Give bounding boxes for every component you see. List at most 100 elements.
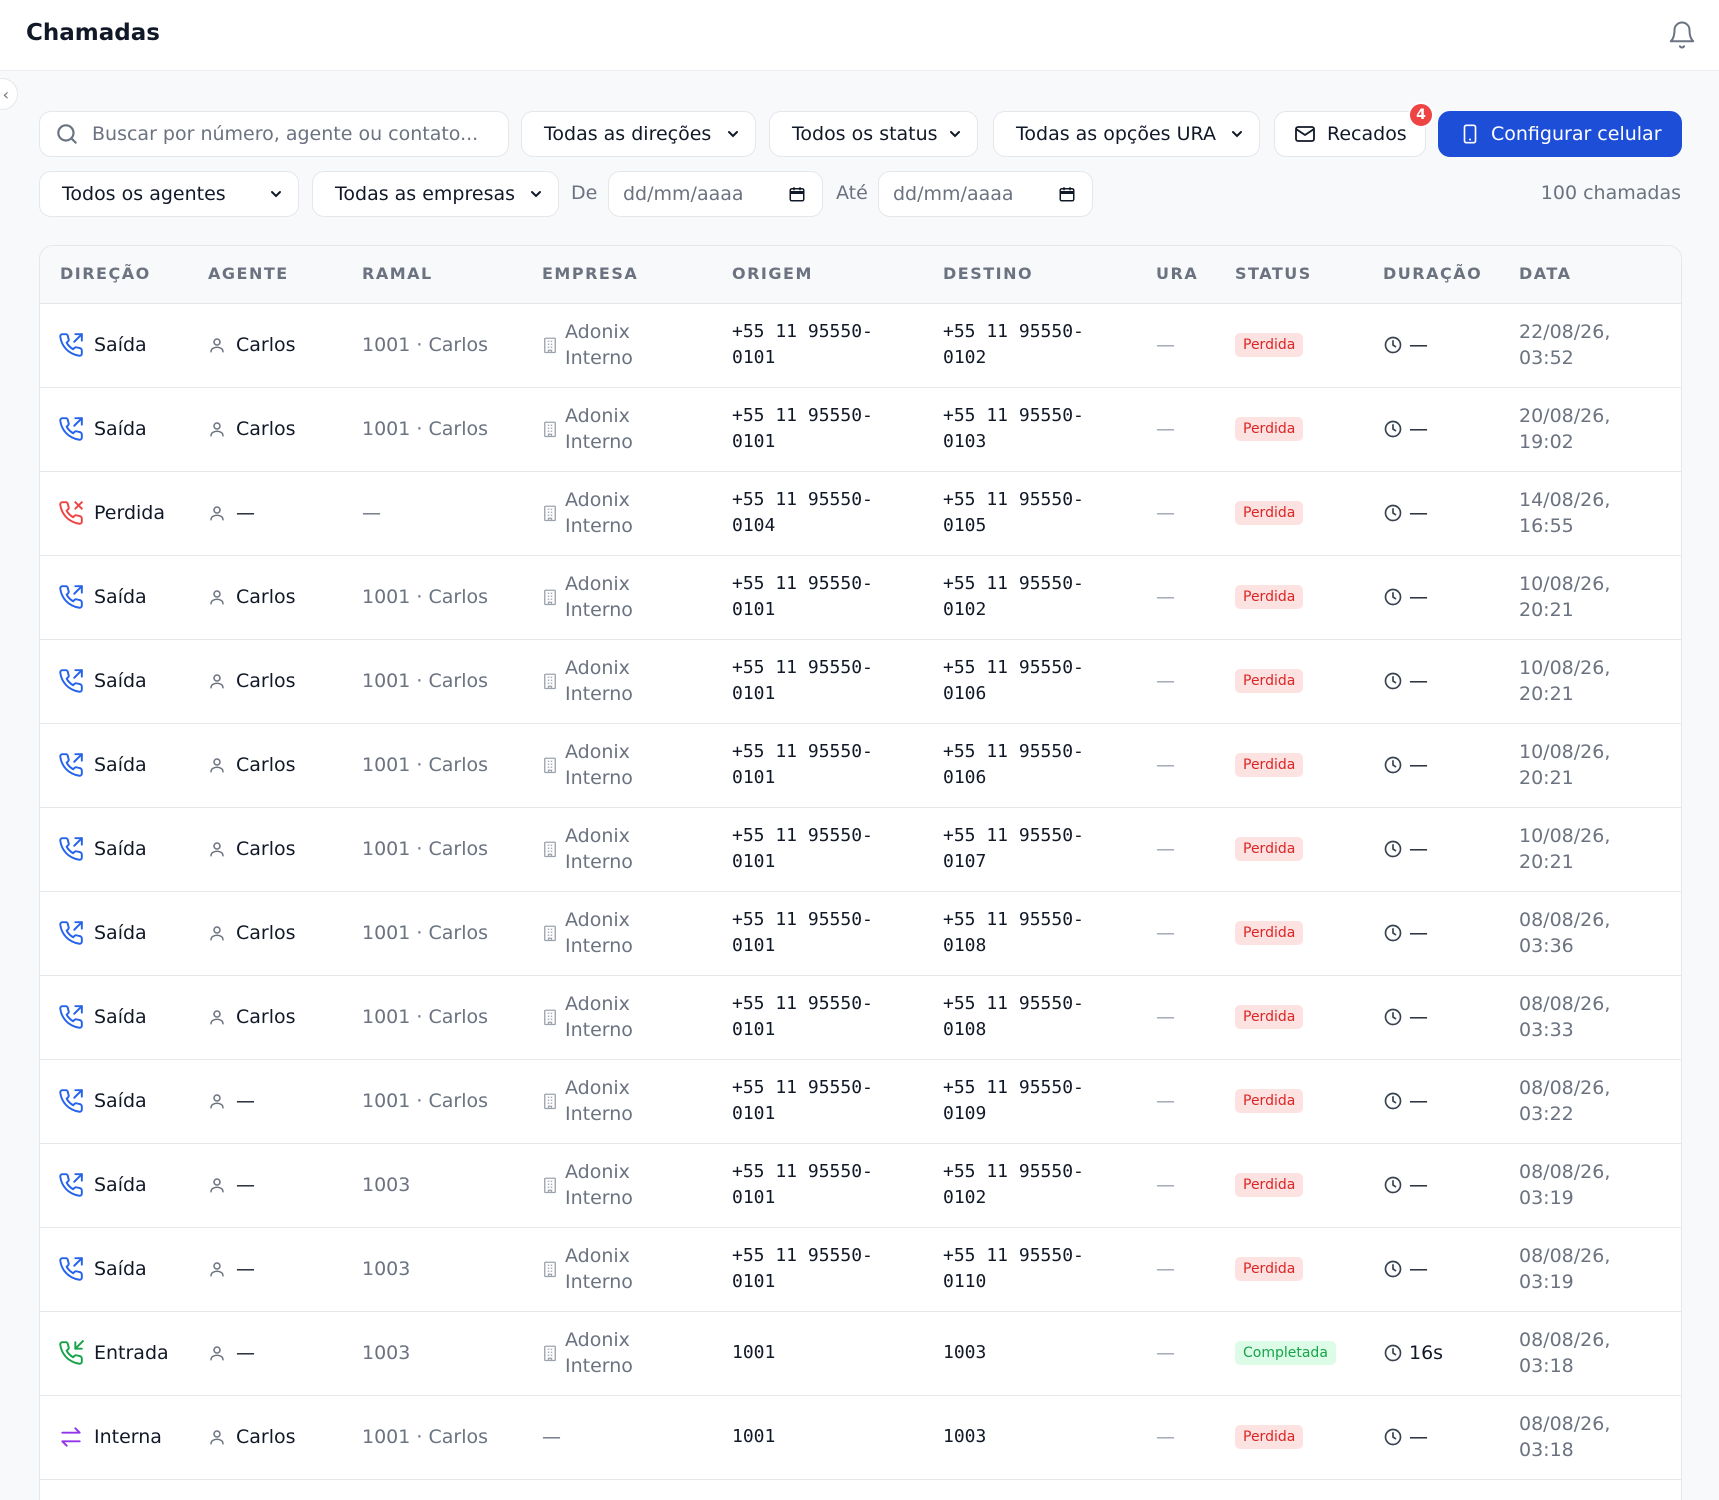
- ura-cell: —: [1156, 1426, 1175, 1448]
- table-row[interactable]: Saída Carlos 1001 · Carlos Adonix Interno +5…: [40, 724, 1681, 808]
- header-company[interactable]: EMPRESA: [542, 264, 638, 283]
- user-icon: [210, 674, 224, 689]
- calls-table: DIREÇÃO AGENTE RAMAL EMPRESA ORIGEM DEST…: [39, 245, 1682, 1500]
- ura-cell: —: [1156, 1342, 1175, 1364]
- duration-cell: —: [1383, 1256, 1428, 1282]
- direction-label: Saída: [94, 754, 147, 776]
- ura-cell: —: [1156, 1090, 1175, 1112]
- header-agent[interactable]: AGENTE: [208, 264, 289, 283]
- header-ramal[interactable]: RAMAL: [362, 264, 433, 283]
- table-row[interactable]: Saída Carlos 1001 · Carlos Adonix Interno +5…: [40, 640, 1681, 724]
- destination-cell: +55 11 95550-0103: [943, 405, 1084, 452]
- table-row[interactable]: Saída — 1001 · Carlos Adonix Interno +55 11 …: [40, 1060, 1681, 1144]
- duration-value: —: [1409, 1174, 1428, 1196]
- user-icon: [210, 926, 224, 941]
- status-badge: Perdida: [1235, 501, 1304, 525]
- direction-cell: Saída: [58, 1088, 147, 1114]
- table-row[interactable]: Saída Carlos 1001 · Carlos Adonix Interno +5…: [40, 976, 1681, 1060]
- duration-value: —: [1409, 754, 1428, 776]
- date-cell: 10/08/26, 20:21: [1519, 825, 1611, 873]
- table-row[interactable]: Saída Carlos 1001 · Carlos Adonix Interno +5…: [40, 808, 1681, 892]
- agent-cell: Carlos: [208, 920, 296, 946]
- origin-cell: +55 11 95550-0101: [732, 657, 873, 704]
- agent-name: —: [236, 1342, 255, 1364]
- table-row[interactable]: Saída Carlos 1001 · Carlos Adonix Interno +5…: [40, 892, 1681, 976]
- companies-select[interactable]: Todas as empresas: [312, 171, 559, 217]
- direction-label: Saída: [94, 838, 147, 860]
- agent-cell: Carlos: [208, 668, 296, 694]
- search-box[interactable]: [39, 111, 509, 157]
- agent-cell: Carlos: [208, 752, 296, 778]
- direction-select[interactable]: Todas as direções: [521, 111, 756, 157]
- header-date[interactable]: DATA: [1519, 264, 1571, 283]
- company-name: Adonix Interno: [565, 825, 633, 873]
- building-icon: [544, 589, 556, 606]
- date-cell: 08/08/26, 03:22: [1519, 1077, 1611, 1125]
- user-icon: [210, 1094, 224, 1109]
- company-name: Adonix Interno: [565, 321, 633, 369]
- configure-phone-label: Configurar celular: [1491, 123, 1662, 145]
- company-name: Adonix Interno: [565, 1161, 633, 1209]
- clock-icon: [1384, 756, 1402, 774]
- company-name: Adonix Interno: [565, 489, 633, 537]
- header-status[interactable]: STATUS: [1235, 264, 1312, 283]
- recados-button[interactable]: Recados: [1274, 111, 1426, 157]
- calendar-icon[interactable]: [788, 185, 806, 203]
- agent-cell: Carlos: [208, 584, 296, 610]
- mail-icon: [1295, 126, 1315, 142]
- header-duration[interactable]: DURAÇÃO: [1383, 264, 1482, 283]
- ura-cell: —: [1156, 838, 1175, 860]
- from-date-placeholder: dd/mm/aaaa: [623, 183, 744, 205]
- agent-name: —: [236, 502, 255, 524]
- date-cell: 08/08/26, 03:19: [1519, 1245, 1611, 1293]
- sidebar-collapse-button[interactable]: ‹: [0, 78, 18, 110]
- direction-cell: Saída: [58, 668, 147, 694]
- phone-outgoing-icon: [59, 417, 83, 441]
- search-input[interactable]: [92, 123, 492, 145]
- ura-cell: —: [1156, 502, 1175, 524]
- configure-phone-button[interactable]: Configurar celular: [1438, 111, 1682, 157]
- agent-cell: Carlos: [208, 332, 296, 358]
- agent-name: Carlos: [236, 670, 296, 692]
- status-badge: Perdida: [1235, 1425, 1304, 1449]
- origin-cell: +55 11 95550-0101: [732, 825, 873, 872]
- table-row[interactable]: Saída — 1003 Adonix Interno +55 11 95550-010…: [40, 1144, 1681, 1228]
- table-row[interactable]: Entrada — 1003 Adonix Interno 1001 1003 — Compl…: [40, 1312, 1681, 1396]
- user-icon: [210, 1010, 224, 1025]
- agent-cell: Carlos: [208, 1004, 296, 1030]
- status-badge: Perdida: [1235, 669, 1304, 693]
- calendar-icon[interactable]: [1058, 185, 1076, 203]
- bell-icon[interactable]: [1667, 20, 1697, 50]
- table-row[interactable]: Perdida — — Adonix Interno +55 11 95550-0104…: [40, 472, 1681, 556]
- agent-name: Carlos: [236, 1006, 296, 1028]
- company-cell: Adonix Interno: [542, 1075, 665, 1127]
- status-select[interactable]: Todos os status: [769, 111, 978, 157]
- origin-cell: +55 11 95550-0101: [732, 741, 873, 788]
- header-ura[interactable]: URA: [1156, 264, 1198, 283]
- origin-cell: +55 11 95550-0104: [732, 489, 873, 536]
- table-row[interactable]: Saída Carlos 1001 · Carlos Adonix Interno +5…: [40, 556, 1681, 640]
- destination-cell: +55 11 95550-0108: [943, 909, 1084, 956]
- agent-cell: Carlos: [208, 1424, 296, 1450]
- header-direction[interactable]: DIREÇÃO: [60, 264, 151, 283]
- chevron-down-icon: [1232, 131, 1242, 138]
- phone-outgoing-icon: [59, 753, 83, 777]
- company-cell: —: [542, 1424, 561, 1450]
- from-date-input[interactable]: dd/mm/aaaa: [608, 171, 823, 217]
- agent-name: Carlos: [236, 922, 296, 944]
- agents-select[interactable]: Todos os agentes: [39, 171, 299, 217]
- to-date-input[interactable]: dd/mm/aaaa: [878, 171, 1093, 217]
- table-row[interactable]: Saída Carlos 1001 · Carlos Adonix Interno +5…: [40, 304, 1681, 388]
- table-row[interactable]: Interna Carlos 1001 · Carlos — 1001 1003 — Perd…: [40, 1396, 1681, 1480]
- header-destination[interactable]: DESTINO: [943, 264, 1033, 283]
- ramal-cell: 1001 · Carlos: [362, 922, 488, 944]
- header-origin[interactable]: ORIGEM: [732, 264, 813, 283]
- status-badge: Perdida: [1235, 1257, 1304, 1281]
- ura-select[interactable]: Todas as opções URA: [993, 111, 1260, 157]
- table-row[interactable]: Saída Carlos 1001 · Carlos Adonix Interno +5…: [40, 388, 1681, 472]
- user-icon: [210, 1262, 224, 1277]
- duration-value: —: [1409, 502, 1428, 524]
- date-cell: 08/08/26, 03:18: [1519, 1413, 1611, 1461]
- table-row[interactable]: Saída — 1003 Adonix Interno +55 11 95550-010…: [40, 1228, 1681, 1312]
- duration-cell: —: [1383, 1088, 1428, 1114]
